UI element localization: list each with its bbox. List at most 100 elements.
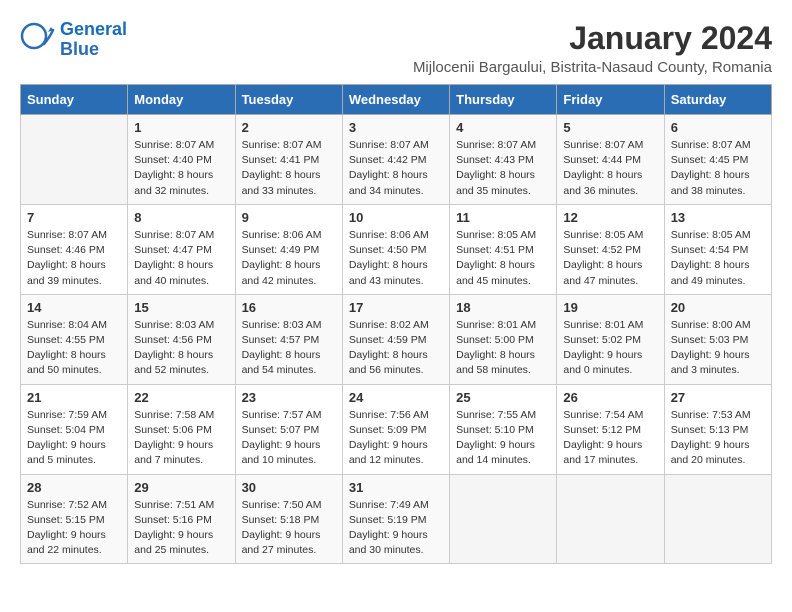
day-cell: 19Sunrise: 8:01 AM Sunset: 5:02 PM Dayli… (557, 294, 664, 384)
day-detail: Sunrise: 7:52 AM Sunset: 5:15 PM Dayligh… (27, 498, 121, 559)
day-cell: 30 Sunrise: 7:50 AM Sunset: 5:18 PM Dayli… (235, 474, 342, 564)
day-cell: 15 Sunrise: 8:03 AM Sunset: 4:56 PM Dayli… (128, 294, 235, 384)
day-cell: 25 Sunrise: 7:55 AM Sunset: 5:10 PM Dayli… (450, 384, 557, 474)
day-number: 23 (242, 390, 336, 405)
day-cell: 10 Sunrise: 8:06 AM Sunset: 4:50 PM Dayli… (342, 204, 449, 294)
logo: General Blue (20, 20, 127, 60)
header-row: SundayMondayTuesdayWednesdayThursdayFrid… (21, 85, 772, 115)
day-detail: Sunrise: 8:06 AM Sunset: 4:49 PM Dayligh… (242, 228, 336, 289)
day-cell: 14 Sunrise: 8:04 AM Sunset: 4:55 PM Dayli… (21, 294, 128, 384)
header-thursday: Thursday (450, 85, 557, 115)
day-detail: Sunrise: 8:07 AM Sunset: 4:47 PM Dayligh… (134, 228, 228, 289)
day-number: 17 (349, 300, 443, 315)
day-number: 26 (563, 390, 657, 405)
day-number: 25 (456, 390, 550, 405)
day-number: 1 (134, 120, 228, 135)
day-detail: Sunrise: 8:06 AM Sunset: 4:50 PM Dayligh… (349, 228, 443, 289)
day-detail: Sunrise: 8:01 AM Sunset: 5:00 PM Dayligh… (456, 318, 550, 379)
week-row-1: 7 Sunrise: 8:07 AM Sunset: 4:46 PM Daylig… (21, 204, 772, 294)
day-cell (557, 474, 664, 564)
day-number: 3 (349, 120, 443, 135)
day-cell: 27Sunrise: 7:53 AM Sunset: 5:13 PM Dayli… (664, 384, 771, 474)
day-cell: 18 Sunrise: 8:01 AM Sunset: 5:00 PM Dayli… (450, 294, 557, 384)
day-number: 27 (671, 390, 765, 405)
header-monday: Monday (128, 85, 235, 115)
day-number: 12 (563, 210, 657, 225)
day-number: 20 (671, 300, 765, 315)
day-cell: 2 Sunrise: 8:07 AM Sunset: 4:41 PM Daylig… (235, 115, 342, 205)
page-header: General Blue January 2024 Mijlocenii Bar… (20, 20, 772, 76)
day-detail: Sunrise: 7:59 AM Sunset: 5:04 PM Dayligh… (27, 408, 121, 469)
week-row-0: 1 Sunrise: 8:07 AM Sunset: 4:40 PM Daylig… (21, 115, 772, 205)
day-number: 31 (349, 480, 443, 495)
day-detail: Sunrise: 8:05 AM Sunset: 4:51 PM Dayligh… (456, 228, 550, 289)
day-cell: 21 Sunrise: 7:59 AM Sunset: 5:04 PM Dayli… (21, 384, 128, 474)
day-cell: 3 Sunrise: 8:07 AM Sunset: 4:42 PM Daylig… (342, 115, 449, 205)
day-cell: 17Sunrise: 8:02 AM Sunset: 4:59 PM Dayli… (342, 294, 449, 384)
day-detail: Sunrise: 7:51 AM Sunset: 5:16 PM Dayligh… (134, 498, 228, 559)
day-cell (21, 115, 128, 205)
day-detail: Sunrise: 8:03 AM Sunset: 4:56 PM Dayligh… (134, 318, 228, 379)
header-wednesday: Wednesday (342, 85, 449, 115)
location: Mijlocenii Bargaului, Bistrita-Nasaud Co… (413, 59, 772, 76)
week-row-4: 28 Sunrise: 7:52 AM Sunset: 5:15 PM Dayli… (21, 474, 772, 564)
day-detail: Sunrise: 8:07 AM Sunset: 4:41 PM Dayligh… (242, 138, 336, 199)
day-detail: Sunrise: 8:05 AM Sunset: 4:52 PM Dayligh… (563, 228, 657, 289)
logo-line2: Blue (60, 39, 99, 59)
day-cell: 13Sunrise: 8:05 AM Sunset: 4:54 PM Dayli… (664, 204, 771, 294)
day-detail: Sunrise: 8:05 AM Sunset: 4:54 PM Dayligh… (671, 228, 765, 289)
day-number: 22 (134, 390, 228, 405)
day-cell: 5Sunrise: 8:07 AM Sunset: 4:44 PM Daylig… (557, 115, 664, 205)
day-cell: 7 Sunrise: 8:07 AM Sunset: 4:46 PM Daylig… (21, 204, 128, 294)
day-number: 16 (242, 300, 336, 315)
day-number: 8 (134, 210, 228, 225)
day-cell: 29Sunrise: 7:51 AM Sunset: 5:16 PM Dayli… (128, 474, 235, 564)
day-cell: 26Sunrise: 7:54 AM Sunset: 5:12 PM Dayli… (557, 384, 664, 474)
day-cell: 6 Sunrise: 8:07 AM Sunset: 4:45 PM Daylig… (664, 115, 771, 205)
day-detail: Sunrise: 7:57 AM Sunset: 5:07 PM Dayligh… (242, 408, 336, 469)
day-detail: Sunrise: 7:58 AM Sunset: 5:06 PM Dayligh… (134, 408, 228, 469)
header-tuesday: Tuesday (235, 85, 342, 115)
day-number: 15 (134, 300, 228, 315)
day-detail: Sunrise: 8:07 AM Sunset: 4:45 PM Dayligh… (671, 138, 765, 199)
month-title: January 2024 (413, 20, 772, 57)
day-detail: Sunrise: 7:50 AM Sunset: 5:18 PM Dayligh… (242, 498, 336, 559)
day-detail: Sunrise: 7:49 AM Sunset: 5:19 PM Dayligh… (349, 498, 443, 559)
day-detail: Sunrise: 8:07 AM Sunset: 4:42 PM Dayligh… (349, 138, 443, 199)
day-number: 28 (27, 480, 121, 495)
day-detail: Sunrise: 8:04 AM Sunset: 4:55 PM Dayligh… (27, 318, 121, 379)
day-number: 6 (671, 120, 765, 135)
title-section: January 2024 Mijlocenii Bargaului, Bistr… (413, 20, 772, 76)
day-cell: 8 Sunrise: 8:07 AM Sunset: 4:47 PM Daylig… (128, 204, 235, 294)
day-cell: 24Sunrise: 7:56 AM Sunset: 5:09 PM Dayli… (342, 384, 449, 474)
day-number: 2 (242, 120, 336, 135)
logo-line1: General (60, 19, 127, 39)
day-number: 21 (27, 390, 121, 405)
logo-icon (20, 22, 56, 58)
day-detail: Sunrise: 8:07 AM Sunset: 4:46 PM Dayligh… (27, 228, 121, 289)
day-number: 11 (456, 210, 550, 225)
day-number: 30 (242, 480, 336, 495)
day-number: 14 (27, 300, 121, 315)
day-number: 7 (27, 210, 121, 225)
day-detail: Sunrise: 8:00 AM Sunset: 5:03 PM Dayligh… (671, 318, 765, 379)
day-number: 24 (349, 390, 443, 405)
day-cell: 28 Sunrise: 7:52 AM Sunset: 5:15 PM Dayli… (21, 474, 128, 564)
day-number: 10 (349, 210, 443, 225)
header-friday: Friday (557, 85, 664, 115)
day-number: 9 (242, 210, 336, 225)
day-number: 18 (456, 300, 550, 315)
logo-text: General Blue (60, 20, 127, 60)
day-cell (450, 474, 557, 564)
day-detail: Sunrise: 7:55 AM Sunset: 5:10 PM Dayligh… (456, 408, 550, 469)
day-number: 4 (456, 120, 550, 135)
day-detail: Sunrise: 8:07 AM Sunset: 4:40 PM Dayligh… (134, 138, 228, 199)
day-cell: 12 Sunrise: 8:05 AM Sunset: 4:52 PM Dayli… (557, 204, 664, 294)
day-cell: 1 Sunrise: 8:07 AM Sunset: 4:40 PM Daylig… (128, 115, 235, 205)
day-cell: 16Sunrise: 8:03 AM Sunset: 4:57 PM Dayli… (235, 294, 342, 384)
day-cell: 9 Sunrise: 8:06 AM Sunset: 4:49 PM Daylig… (235, 204, 342, 294)
day-cell: 20 Sunrise: 8:00 AM Sunset: 5:03 PM Dayli… (664, 294, 771, 384)
day-number: 5 (563, 120, 657, 135)
header-saturday: Saturday (664, 85, 771, 115)
day-number: 19 (563, 300, 657, 315)
